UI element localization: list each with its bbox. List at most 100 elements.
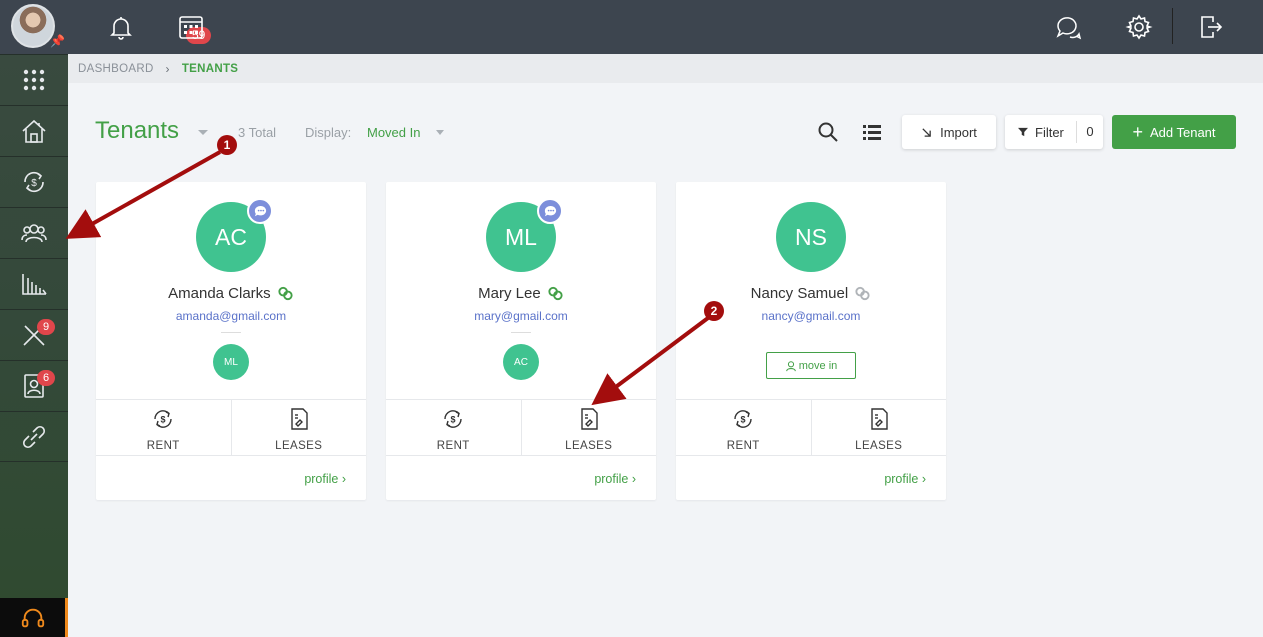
profile-link[interactable]: profile ›: [884, 472, 926, 486]
leases-label: LEASES: [565, 440, 613, 452]
add-tenant-button[interactable]: + Add Tenant: [1112, 115, 1236, 149]
rent-action[interactable]: $ RENT: [676, 400, 811, 455]
maintenance-badge: 9: [37, 319, 55, 335]
card-actions: $ RENT LEASES: [676, 399, 946, 456]
tenant-avatar[interactable]: NS: [776, 202, 846, 272]
filter-button[interactable]: Filter 0: [1005, 115, 1103, 149]
tenant-name[interactable]: Nancy Samuel: [676, 285, 946, 302]
display-label: Display:: [305, 125, 352, 140]
tenant-email[interactable]: mary@gmail.com: [386, 309, 656, 323]
annotation-marker-2: 2: [704, 301, 724, 321]
filter-label: Filter: [1035, 124, 1064, 140]
sidebar-item-integrations[interactable]: [0, 411, 68, 462]
rent-action[interactable]: $ RENT: [96, 400, 231, 455]
breadcrumb-current: TENANTS: [181, 62, 239, 75]
linked-status-icon: [548, 286, 563, 301]
leases-action[interactable]: LEASES: [230, 400, 367, 455]
tenant-name[interactable]: Mary Lee: [386, 285, 656, 302]
sidebar-header: 📌: [0, 0, 68, 54]
money-cycle-icon: $: [24, 171, 44, 193]
breadcrumb-dashboard-link[interactable]: DASHBOARD: [78, 63, 154, 75]
profile-link[interactable]: profile ›: [594, 472, 636, 486]
logout-icon: [1201, 16, 1223, 38]
rent-label: RENT: [726, 440, 760, 452]
settings-button[interactable]: [1123, 11, 1155, 43]
pin-icon[interactable]: 📌: [50, 34, 65, 48]
grid-icon: [23, 69, 45, 91]
svg-text:$: $: [741, 415, 746, 425]
filter-count: 0: [1076, 121, 1103, 143]
messages-button[interactable]: [1052, 11, 1084, 43]
sidebar-item-dashboard[interactable]: [0, 54, 68, 105]
tenant-total: 3 Total: [238, 125, 277, 140]
user-icon: [785, 360, 796, 371]
sidebar: 📌 $ 9 6: [0, 0, 68, 637]
chat-bubbles-icon: [1056, 17, 1082, 40]
chevron-right-icon: ›: [165, 61, 170, 76]
rent-cycle-icon: $: [734, 410, 752, 428]
lease-document-icon: [291, 408, 308, 430]
user-avatar[interactable]: [11, 4, 55, 48]
notifications-button[interactable]: [105, 11, 137, 43]
rent-label: RENT: [436, 440, 470, 452]
title-dropdown-caret-icon[interactable]: [198, 130, 208, 135]
logout-button[interactable]: [1194, 11, 1226, 43]
rent-action[interactable]: $ RENT: [386, 400, 521, 455]
bell-icon: [110, 17, 132, 40]
import-label: Import: [940, 124, 977, 140]
page-title[interactable]: Tenants: [95, 117, 179, 145]
card-actions: $ RENT LEASES: [386, 399, 656, 456]
breadcrumb: DASHBOARD › TENANTS: [68, 54, 1263, 83]
svg-text:$: $: [161, 415, 166, 425]
sidebar-item-tenants[interactable]: [0, 207, 68, 258]
add-tenant-label: Add Tenant: [1149, 124, 1216, 140]
lease-document-icon: [871, 408, 888, 430]
headset-icon: [21, 608, 44, 627]
tenant-card: ML Mary Lee mary@gmail.com AC $ RENT LEA…: [386, 182, 656, 500]
link-icon: [22, 425, 46, 448]
calendar-button[interactable]: [175, 11, 207, 43]
tenant-email[interactable]: amanda@gmail.com: [96, 309, 366, 323]
chat-icon[interactable]: [247, 198, 273, 224]
co-tenant-avatar[interactable]: AC: [503, 344, 539, 380]
bar-chart-icon: [22, 274, 47, 295]
lease-document-icon: [581, 408, 598, 430]
annotation-marker-1: 1: [217, 135, 237, 155]
sidebar-item-properties[interactable]: [0, 105, 68, 156]
svg-text:$: $: [451, 415, 456, 425]
unlinked-status-icon: [855, 286, 870, 301]
support-button[interactable]: [0, 598, 68, 637]
top-bar: 59: [68, 0, 1263, 54]
list-view-icon[interactable]: [861, 121, 883, 143]
sidebar-item-reports[interactable]: [0, 258, 68, 309]
search-icon[interactable]: [817, 121, 839, 143]
move-in-button[interactable]: move in: [766, 352, 856, 379]
sidebar-item-maintenance[interactable]: 9: [0, 309, 68, 360]
display-filter-select[interactable]: Moved In: [367, 125, 420, 140]
chat-icon[interactable]: [537, 198, 563, 224]
co-tenant-avatar[interactable]: ML: [213, 344, 249, 380]
sidebar-item-payments[interactable]: $: [0, 156, 68, 207]
display-caret-icon[interactable]: [436, 130, 444, 135]
card-actions: $ RENT LEASES: [96, 399, 366, 456]
card-divider: [221, 332, 241, 333]
leases-action[interactable]: LEASES: [520, 400, 657, 455]
sidebar-item-applicants[interactable]: 6: [0, 360, 68, 411]
rent-label: RENT: [146, 440, 180, 452]
card-divider: [511, 332, 531, 333]
tenant-card: AC Amanda Clarks amanda@gmail.com ML $ R…: [96, 182, 366, 500]
gear-icon: [1125, 14, 1153, 40]
leases-label: LEASES: [275, 440, 323, 452]
calendar-icon: [179, 16, 203, 39]
applicants-badge: 6: [37, 370, 55, 386]
leases-action[interactable]: LEASES: [810, 400, 947, 455]
people-icon: [21, 224, 47, 243]
leases-label: LEASES: [855, 440, 903, 452]
profile-link[interactable]: profile ›: [304, 472, 346, 486]
tenant-card: NS Nancy Samuel nancy@gmail.com move in …: [676, 182, 946, 500]
plus-icon: +: [1132, 122, 1143, 142]
import-button[interactable]: Import: [902, 115, 996, 149]
linked-status-icon: [278, 286, 293, 301]
rent-cycle-icon: $: [154, 410, 172, 428]
tenant-name[interactable]: Amanda Clarks: [96, 285, 366, 302]
